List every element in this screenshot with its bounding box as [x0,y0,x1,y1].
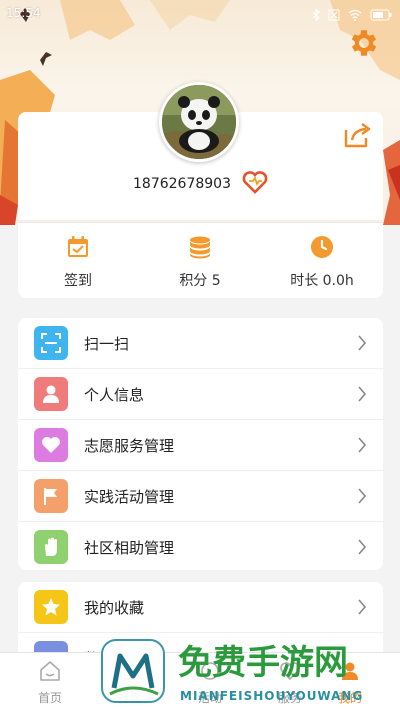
chevron-right-icon [358,386,367,402]
person-icon [34,377,68,411]
community-icon [120,664,140,680]
stat-points-label: 积分 5 [179,273,221,289]
nav-community-label: 社区 [117,691,142,705]
chart-icon [34,641,68,652]
menu-item-label: 个人信息 [84,385,145,404]
activity-icon [201,662,219,680]
volunteer-heart-badge-icon [242,170,268,194]
stat-duration-label: 时长 0.0h [290,273,354,289]
user-avatar[interactable] [159,82,239,162]
stat-checkin[interactable]: 签到 [18,223,138,299]
nav-activity-label: 活动 [197,691,222,705]
status-time: 15:54 [6,6,41,20]
menu-item-label: 我的收藏 [84,598,145,617]
share-icon[interactable] [342,120,372,150]
menu-item-label: 扫一扫 [84,334,130,353]
stats-card: 签到 积分 5 时长 0.0h [18,222,383,298]
menu-item-scan[interactable]: 扫一扫 [18,318,383,369]
chevron-right-icon [358,488,367,504]
nav-mine[interactable]: 我的 [310,653,390,711]
status-icons [312,6,392,25]
menu-item-label: 实践活动管理 [84,487,175,506]
scan-icon [34,326,68,360]
home-icon [40,661,60,681]
menu-list: 扫一扫 个人信息 志愿服务管理 实践活动管理 社区相助管理 [18,318,383,570]
bluetooth-icon [312,6,320,25]
nav-mine-label: 我的 [337,691,362,705]
chevron-right-icon [358,539,367,555]
menu-item-data[interactable]: 数据 [18,633,383,652]
wifi-icon [348,6,362,25]
nav-community[interactable]: 社区 [90,653,170,711]
menu-item-label: 志愿服务管理 [84,436,175,455]
bottom-nav: 首页 社区 活动 服务 我的 [0,652,400,711]
menu-item-label: 社区相助管理 [84,539,175,557]
stat-checkin-label: 签到 [64,273,92,289]
menu-item-community-help[interactable]: 社区相助管理 [18,522,383,573]
status-bar: 15:54 [0,0,400,28]
chevron-right-icon [358,437,367,453]
hand-icon [34,530,68,564]
coins-stack-icon [188,235,212,259]
nav-activity[interactable]: 活动 [170,653,250,711]
stat-duration[interactable]: 时长 0.0h [262,223,382,299]
heart-icon [34,428,68,462]
flag-icon [34,479,68,513]
nav-home[interactable]: 首页 [10,653,90,711]
nav-home-label: 首页 [37,691,62,705]
no-sim-icon [328,6,340,25]
stat-points[interactable]: 积分 5 [140,223,260,299]
menu-item-volunteer-service[interactable]: 志愿服务管理 [18,420,383,471]
menu-item-practice-activity[interactable]: 实践活动管理 [18,471,383,522]
calendar-check-icon [66,235,90,259]
menu-list-secondary: 我的收藏 数据 [18,582,383,652]
chevron-right-icon [358,599,367,615]
star-icon [34,590,68,624]
battery-icon [370,6,392,25]
service-icon [280,662,300,681]
user-icon [342,662,358,680]
menu-item-profile[interactable]: 个人信息 [18,369,383,420]
chevron-right-icon [358,335,367,351]
clock-icon [310,235,334,259]
menu-item-favorites[interactable]: 我的收藏 [18,582,383,633]
user-phone: 18762678903 [133,176,231,192]
settings-gear-icon[interactable] [347,26,381,60]
